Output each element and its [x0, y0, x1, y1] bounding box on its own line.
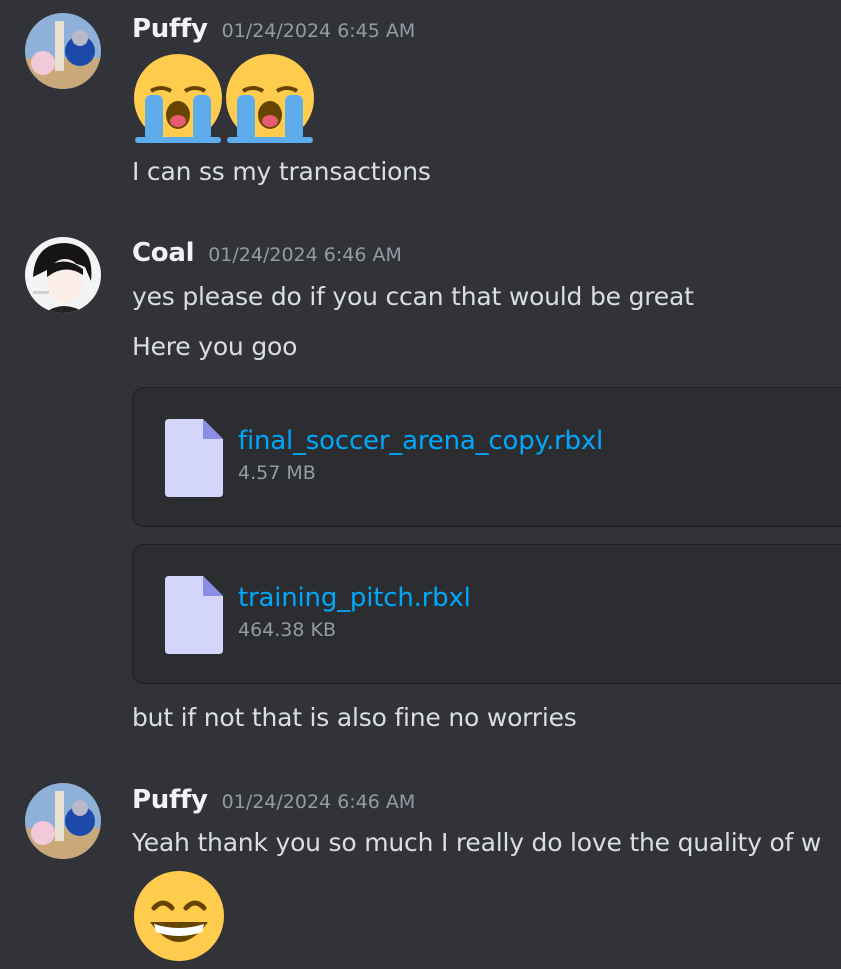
message-header: Puffy 01/24/2024 6:45 AM	[132, 14, 415, 44]
message-header: Puffy 01/24/2024 6:46 AM	[132, 785, 415, 815]
message-text: but if not that is also fine no worries	[132, 703, 577, 732]
username[interactable]: Puffy	[132, 14, 208, 44]
message-header: Coal 01/24/2024 6:46 AM	[132, 238, 402, 268]
file-attachment[interactable]: final_soccer_arena_copy.rbxl 4.57 MB	[132, 387, 841, 527]
file-name-link[interactable]: final_soccer_arena_copy.rbxl	[238, 426, 603, 456]
timestamp: 01/24/2024 6:46 AM	[208, 244, 402, 266]
avatar-puffy[interactable]	[25, 13, 101, 89]
file-attachment[interactable]: training_pitch.rbxl 464.38 KB	[132, 544, 841, 684]
loudly-crying-face-emoji[interactable]	[131, 53, 225, 147]
username[interactable]: Puffy	[132, 785, 208, 815]
message-text: Yeah thank you so much I really do love …	[132, 828, 822, 857]
loudly-crying-face-emoji[interactable]	[223, 53, 317, 147]
timestamp: 01/24/2024 6:46 AM	[221, 791, 416, 813]
file-icon	[165, 419, 223, 497]
file-size: 464.38 KB	[238, 619, 337, 641]
avatar-puffy[interactable]	[25, 783, 101, 859]
file-icon	[165, 576, 223, 654]
file-name-link[interactable]: training_pitch.rbxl	[238, 583, 471, 613]
username[interactable]: Coal	[132, 238, 195, 268]
file-size: 4.57 MB	[238, 462, 316, 484]
grinning-face-with-smiling-eyes-emoji[interactable]	[132, 870, 226, 966]
avatar-coal[interactable]	[25, 237, 101, 313]
message-text: Here you goo	[132, 332, 298, 361]
message-text: I can ss my transactions	[132, 157, 431, 186]
message-text: yes please do if you ccan that would be …	[132, 282, 694, 311]
timestamp: 01/24/2024 6:45 AM	[221, 20, 416, 42]
